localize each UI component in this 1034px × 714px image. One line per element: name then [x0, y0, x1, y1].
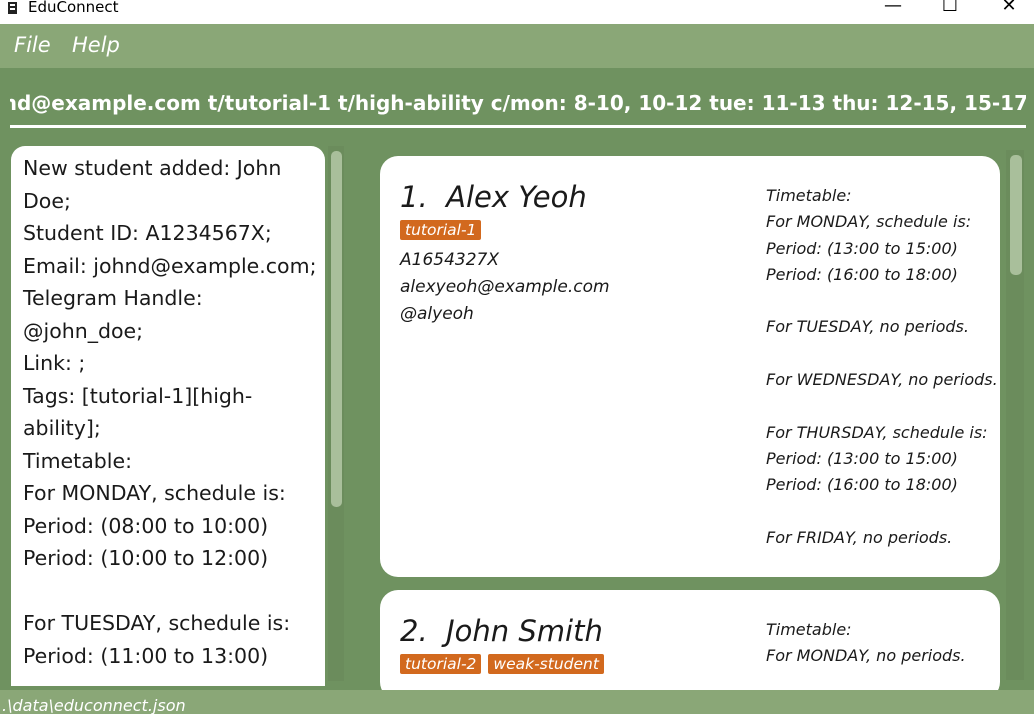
student-card[interactable]: 2. John Smith tutorial-2 weak-student Tim…	[380, 590, 1000, 700]
student-timetable: Timetable: For MONDAY, no periods.	[766, 620, 966, 666]
maximize-button[interactable]: ☐	[927, 0, 973, 20]
command-underline	[10, 125, 1026, 128]
student-name: John Smith	[446, 614, 603, 648]
student-index-name: 1. Alex Yeoh	[400, 180, 587, 214]
menu-file[interactable]: File	[14, 33, 51, 57]
student-card[interactable]: 1. Alex Yeoh tutorial-1 A1654327X alexye…	[380, 156, 1000, 577]
student-timetable: Timetable: For MONDAY, schedule is: Peri…	[766, 186, 998, 547]
tag-badge: weak-student	[488, 654, 604, 674]
student-index: 2.	[400, 614, 428, 648]
save-location: .\data\educonnect.json	[2, 696, 186, 714]
student-index-name: 2. John Smith	[400, 614, 603, 648]
student-email: alexyeoh@example.com	[400, 277, 610, 297]
result-scrollbar-thumb[interactable]	[331, 151, 342, 507]
app-logo-icon	[8, 2, 17, 14]
window-title: EduConnect	[28, 0, 119, 16]
command-input-text: e/johnd@example.com t/tutorial-1 t/high-…	[10, 91, 1026, 115]
menu-bar: File Help	[0, 24, 1034, 68]
student-id: A1654327X	[400, 250, 499, 270]
minimize-button[interactable]: —	[870, 0, 916, 20]
student-telegram: @alyeoh	[400, 304, 474, 324]
student-name: Alex Yeoh	[446, 180, 587, 214]
menu-help[interactable]: Help	[72, 33, 120, 57]
result-text: New student added: John Doe; Student ID:…	[23, 156, 317, 668]
command-input[interactable]: e/johnd@example.com t/tutorial-1 t/high-…	[10, 88, 1026, 122]
student-tags: tutorial-2 weak-student	[400, 654, 611, 674]
tag-badge: tutorial-2	[400, 654, 482, 674]
student-tags: tutorial-1	[400, 220, 488, 240]
student-index: 1.	[400, 180, 428, 214]
close-button[interactable]: ✕	[986, 0, 1032, 20]
student-list-scrollbar-thumb[interactable]	[1010, 155, 1022, 275]
status-bar: .\data\educonnect.json	[0, 690, 1034, 714]
tag-badge: tutorial-1	[400, 220, 482, 240]
result-display[interactable]: New student added: John Doe; Student ID:…	[11, 146, 325, 686]
command-box: e/johnd@example.com t/tutorial-1 t/high-…	[0, 68, 1034, 142]
window-title-bar: EduConnect — ☐ ✕	[0, 0, 1034, 24]
